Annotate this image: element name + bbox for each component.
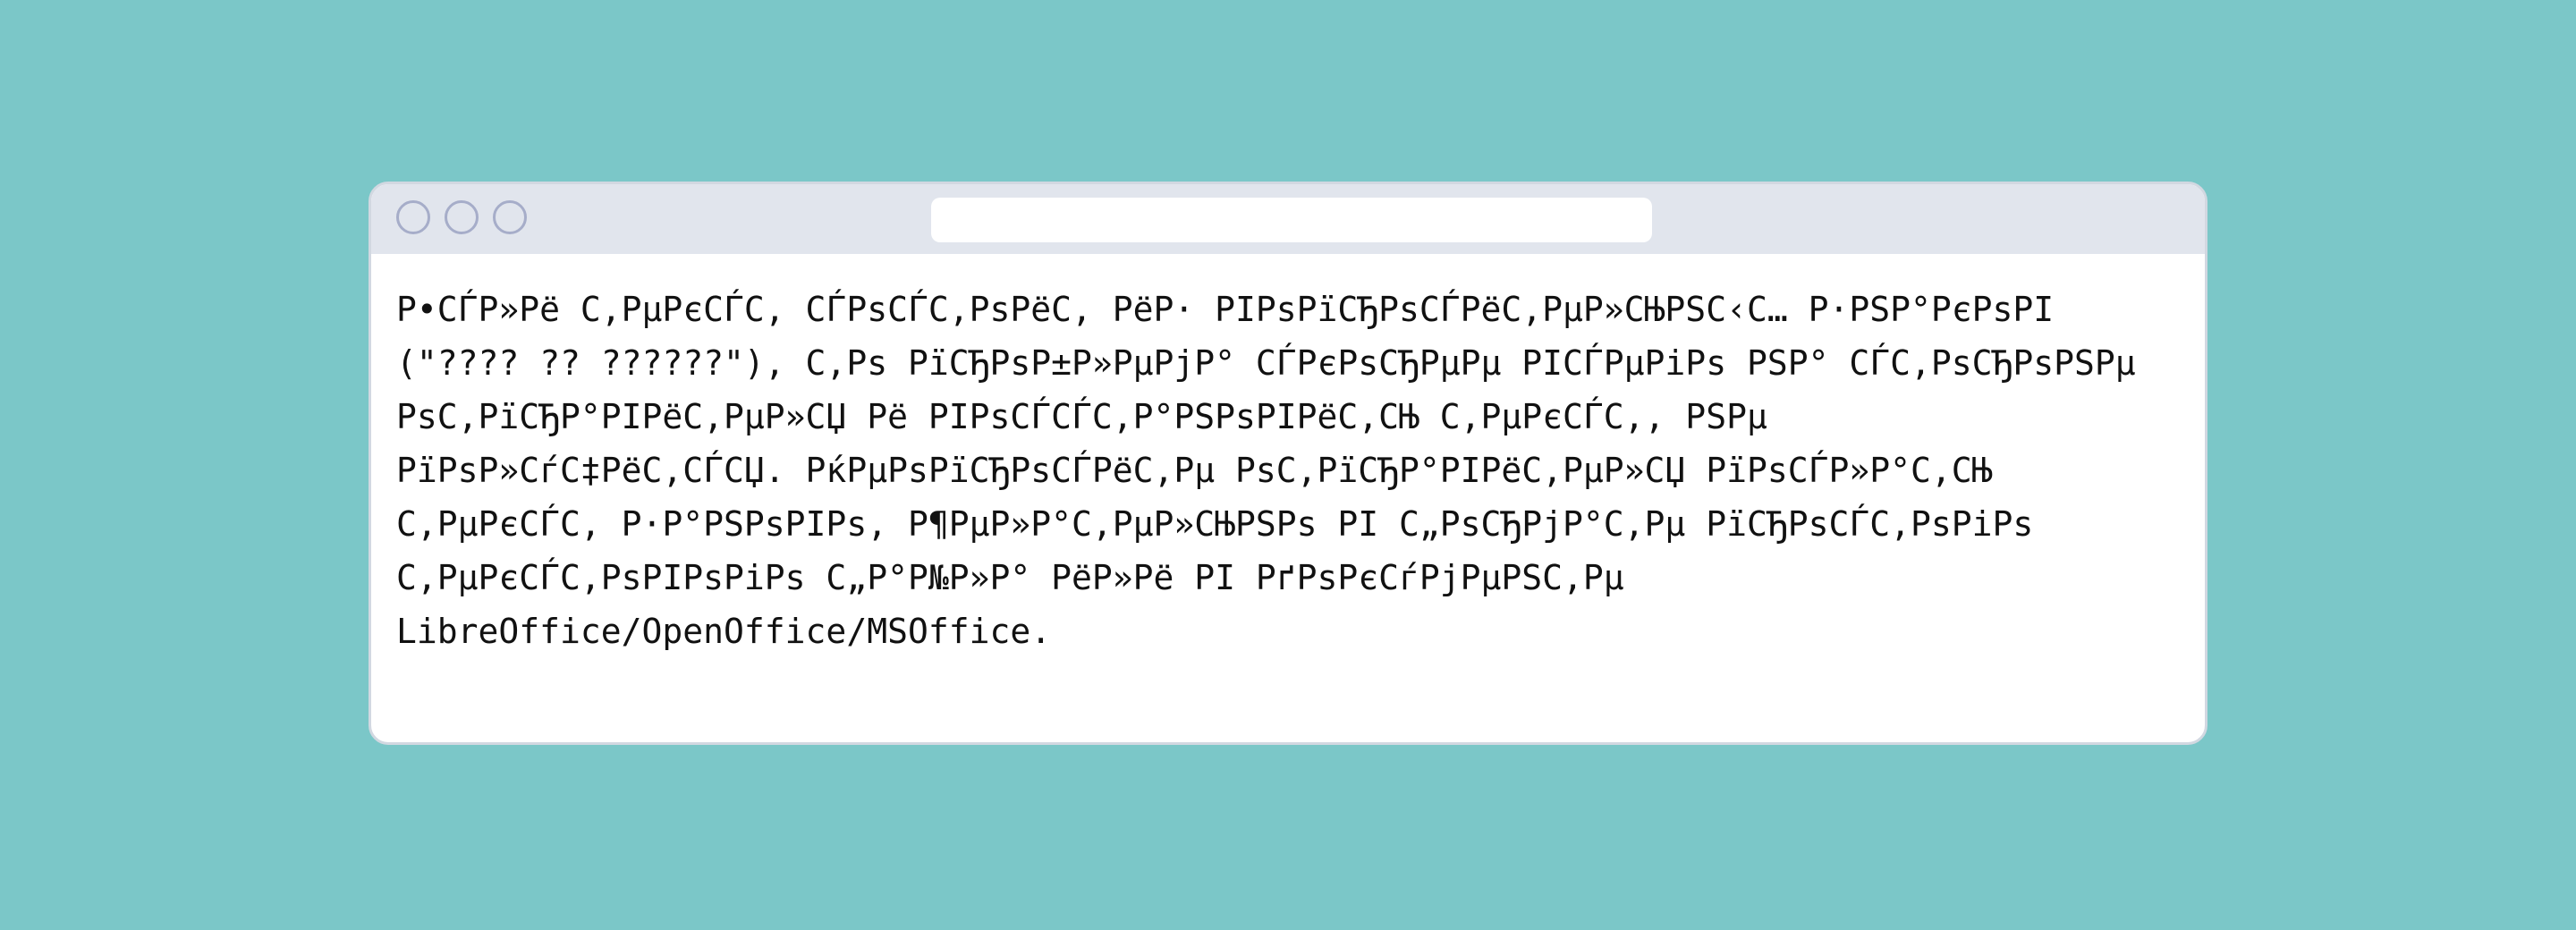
title-bar bbox=[371, 184, 2205, 254]
close-button[interactable] bbox=[396, 200, 430, 234]
browser-window: Р•СЃР»Рё С‚РµРєСЃС‚ СЃРѕСЃС‚РѕРёС‚ РёР· … bbox=[369, 182, 2207, 745]
minimize-button[interactable] bbox=[445, 200, 479, 234]
message-text: Р•СЃР»Рё С‚РµРєСЃС‚ СЃРѕСЃС‚РѕРёС‚ РёР· … bbox=[396, 290, 2136, 651]
maximize-button[interactable] bbox=[493, 200, 527, 234]
address-bar[interactable] bbox=[931, 198, 1652, 242]
